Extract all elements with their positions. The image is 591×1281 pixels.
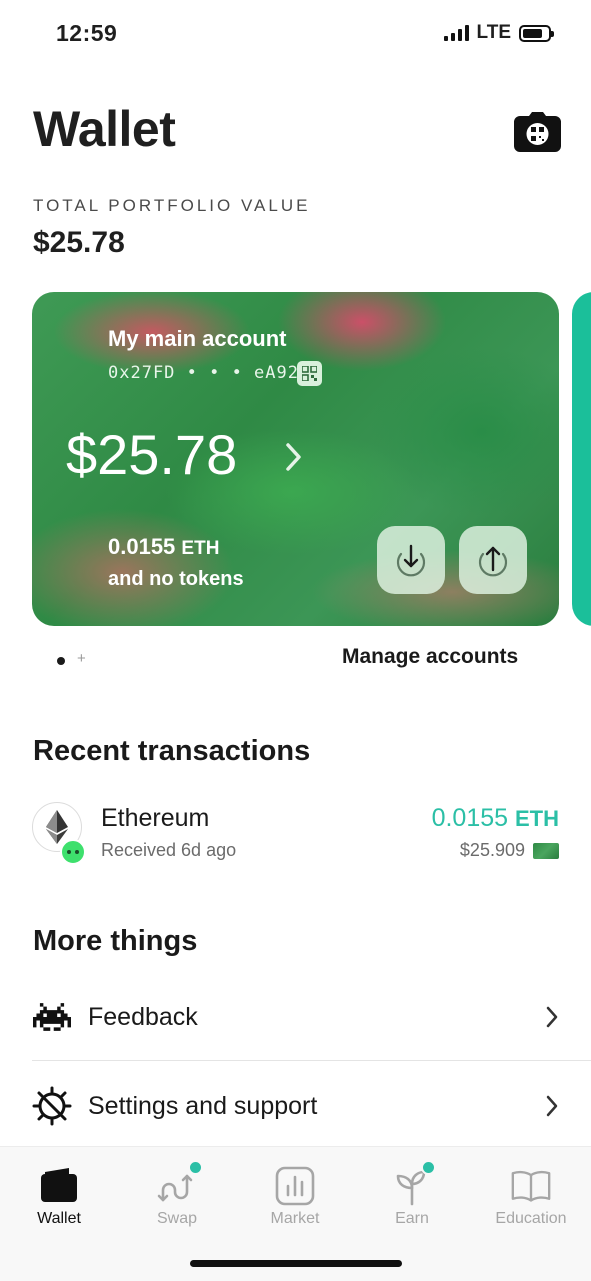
transaction-usd-value: $25.909 <box>459 840 525 860</box>
tab-market[interactable]: Market <box>245 1166 345 1228</box>
divider <box>32 1060 591 1061</box>
earn-notification-dot <box>421 1160 436 1175</box>
sprout-icon <box>392 1160 436 1206</box>
book-icon <box>511 1166 551 1206</box>
status-indicators: LTE <box>443 22 554 44</box>
page-dot-active[interactable] <box>57 657 65 665</box>
tab-wallet-label: Wallet <box>37 1210 81 1227</box>
page-title: Wallet <box>33 101 176 157</box>
eth-balance: 0.0155 ETH <box>108 534 219 560</box>
tab-swap-label: Swap <box>156 1210 198 1227</box>
scan-qr-button[interactable] <box>514 112 561 152</box>
qr-code-icon[interactable] <box>297 361 322 386</box>
account-name: My main account <box>108 326 287 351</box>
settings-support-label: Settings and support <box>88 1091 318 1120</box>
market-icon <box>275 1166 315 1206</box>
tab-earn[interactable]: Earn <box>362 1160 462 1228</box>
space-invader-icon <box>32 997 72 1037</box>
send-button[interactable] <box>459 526 527 594</box>
account-address[interactable]: 0x27FD • • • eA92 <box>108 363 299 383</box>
more-things-title: More things <box>33 925 198 957</box>
eth-unit: ETH <box>181 538 220 559</box>
network-type: LTE <box>476 22 511 43</box>
feedback-label: Feedback <box>88 1002 198 1031</box>
portfolio-value: $25.78 <box>33 226 125 259</box>
recent-transactions-title: Recent transactions <box>33 735 311 767</box>
settings-support-row[interactable]: Settings and support <box>32 1076 559 1136</box>
signal-icon <box>443 25 469 41</box>
received-badge-icon <box>60 839 86 865</box>
home-indicator[interactable] <box>190 1260 402 1267</box>
status-time: 12:59 <box>56 20 118 46</box>
tab-education[interactable]: Education <box>481 1166 581 1228</box>
transaction-amount-unit: ETH <box>515 806 559 831</box>
transaction-name[interactable]: Ethereum <box>101 804 209 833</box>
eth-amount: 0.0155 <box>108 534 176 559</box>
account-balance[interactable]: $25.78 <box>66 422 237 487</box>
tab-market-label: Market <box>270 1210 320 1227</box>
add-account-dot[interactable]: + <box>77 650 86 667</box>
gear-icon <box>32 1086 72 1126</box>
swap-icon <box>157 1160 203 1206</box>
send-icon <box>478 546 508 577</box>
transaction-amount: 0.0155 ETH <box>432 804 559 833</box>
account-color-icon <box>533 842 559 859</box>
tab-swap[interactable]: Swap <box>127 1160 227 1228</box>
feedback-row[interactable]: Feedback <box>32 987 559 1047</box>
portfolio-label: TOTAL PORTFOLIO VALUE <box>33 196 311 215</box>
chevron-right-icon <box>546 1006 558 1028</box>
chevron-right-icon[interactable] <box>284 440 304 474</box>
next-account-card[interactable] <box>572 292 591 626</box>
chevron-right-icon <box>546 1095 558 1117</box>
wallet-icon <box>39 1166 79 1206</box>
receive-icon <box>396 544 426 577</box>
transaction-subtitle: Received 6d ago <box>101 840 237 860</box>
swap-notification-dot <box>188 1160 203 1175</box>
tab-earn-label: Earn <box>395 1210 429 1227</box>
receive-button[interactable] <box>377 526 445 594</box>
tab-education-label: Education <box>495 1210 567 1227</box>
manage-accounts-link[interactable]: Manage accounts <box>342 645 518 669</box>
camera-qr-icon <box>514 112 561 152</box>
battery-icon <box>519 24 554 42</box>
tab-wallet[interactable]: Wallet <box>9 1166 109 1228</box>
transaction-usd: $25.909 <box>460 840 559 861</box>
tokens-text: and no tokens <box>108 568 244 590</box>
transaction-amount-value: 0.0155 <box>431 804 509 832</box>
